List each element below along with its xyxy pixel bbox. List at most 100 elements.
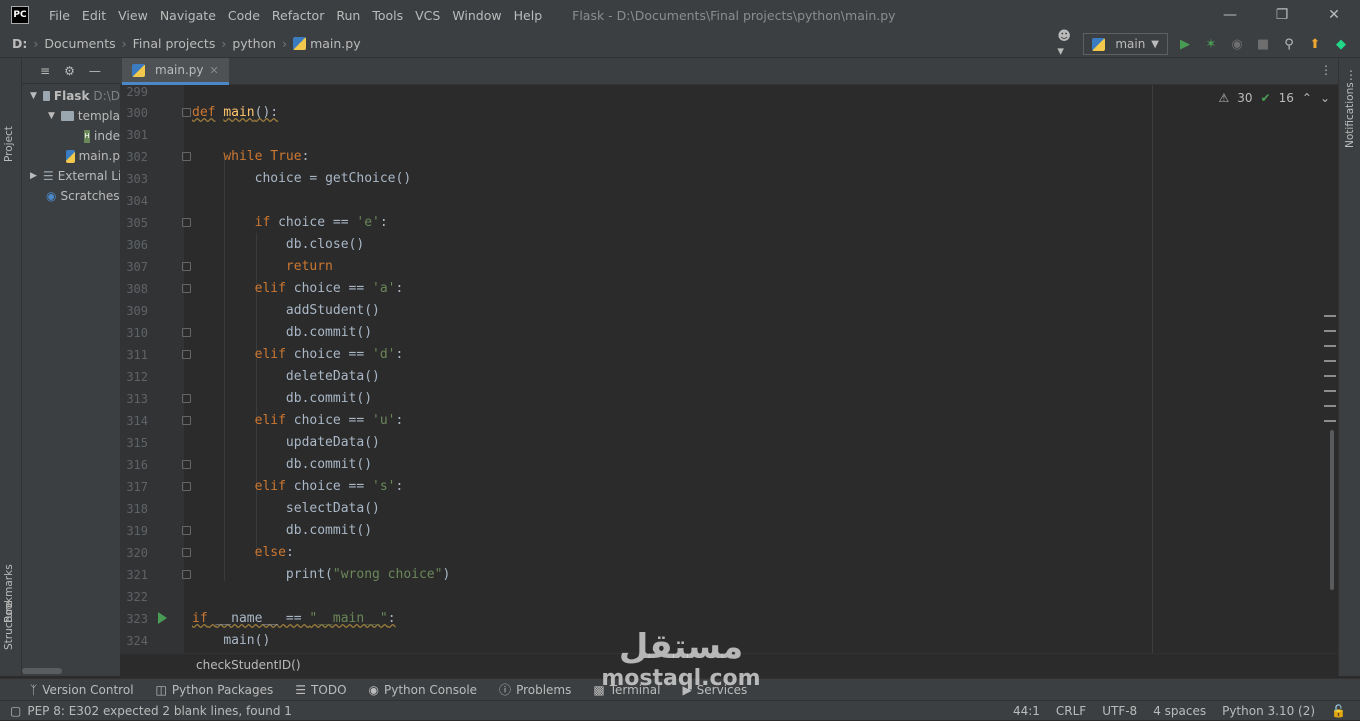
error-stripe[interactable] [1324, 315, 1336, 435]
code-line: 304 [120, 190, 1152, 212]
gear-icon[interactable]: ⚙ [64, 64, 75, 78]
title-bar: PC File Edit View Navigate Code Refactor… [0, 0, 1360, 30]
tool-version-control[interactable]: ᛉ Version Control [30, 683, 134, 697]
jetbrains-toolbox-icon[interactable]: ◆ [1332, 35, 1350, 53]
file-encoding[interactable]: UTF-8 [1102, 704, 1137, 718]
code-token: choice = getChoice() [254, 171, 412, 186]
code-line: 324 main() [120, 630, 1152, 652]
code-breadcrumb[interactable]: checkStudentID() [120, 653, 1338, 676]
tool-terminal[interactable]: ▩ Terminal [593, 683, 660, 697]
menu-navigate[interactable]: Navigate [154, 8, 222, 23]
fold-icon[interactable] [182, 526, 191, 535]
indent-setting[interactable]: 4 spaces [1153, 704, 1206, 718]
line-number: 302 [126, 150, 148, 164]
code-line: 312 deleteData() [120, 366, 1152, 388]
code-token: main() [223, 633, 271, 648]
fold-icon[interactable] [182, 548, 191, 557]
tree-item-main-py[interactable]: main.p [22, 146, 120, 166]
run-config-select[interactable]: main ▼ [1083, 33, 1168, 55]
line-separator[interactable]: CRLF [1056, 704, 1086, 718]
project-tool-tab[interactable]: Project [3, 126, 15, 162]
collapse-all-icon[interactable]: ≡ [40, 64, 50, 78]
tree-item-external-libraries[interactable]: ▶ ☰ External Li [22, 166, 120, 186]
coverage-icon[interactable]: ◉ [1228, 35, 1246, 53]
stop-icon[interactable]: ■ [1254, 35, 1272, 53]
minimize-icon[interactable]: — [1204, 0, 1256, 30]
chevron-up-icon[interactable]: ⌃ [1302, 91, 1312, 105]
chevron-down-icon: ▼ [48, 111, 55, 121]
crumb-drive[interactable]: D: [12, 36, 27, 51]
hide-icon[interactable]: — [89, 64, 101, 78]
editor-scrollbar[interactable] [1330, 430, 1334, 590]
code-line: 314 elif choice == 'u': [120, 410, 1152, 432]
fold-icon[interactable] [182, 328, 191, 337]
tree-item-templates[interactable]: ▼ templa [22, 106, 120, 126]
folder-icon [42, 91, 50, 101]
fold-icon[interactable] [182, 262, 191, 271]
tree-item-flask[interactable]: ▼ Flask D:\D [22, 86, 120, 106]
run-gutter-icon[interactable] [158, 612, 167, 624]
list-icon: ☰ [295, 682, 307, 697]
user-icon[interactable]: ☻▾ [1057, 29, 1075, 59]
code-editor[interactable]: 299 300 def main(): 301 302 while True: 3… [120, 85, 1338, 653]
search-icon[interactable]: ⚲ [1280, 35, 1298, 53]
status-message[interactable]: PEP 8: E302 expected 2 blank lines, foun… [27, 704, 292, 718]
inspection-widget[interactable]: ⚠ 30 ✔ 16 ⌃ ⌄ [1218, 91, 1330, 105]
line-number: 318 [126, 502, 148, 516]
fold-icon[interactable] [182, 416, 191, 425]
tool-python-packages[interactable]: ◫ Python Packages [156, 683, 274, 697]
tool-python-console[interactable]: ◉ Python Console [369, 683, 478, 697]
fold-icon[interactable] [182, 284, 191, 293]
restore-icon[interactable]: ❐ [1256, 0, 1308, 30]
code-token: : [387, 611, 396, 626]
line-number: 317 [126, 480, 148, 494]
tab-main-py[interactable]: main.py ✕ [122, 58, 229, 85]
more-vertical-icon[interactable]: ⋮ [1320, 63, 1332, 77]
fold-icon[interactable] [182, 350, 191, 359]
crumb-python[interactable]: python [232, 36, 276, 51]
tool-services[interactable]: ▶ Services [682, 683, 747, 697]
update-icon[interactable]: ⬆ [1306, 35, 1324, 53]
menu-help[interactable]: Help [508, 8, 549, 23]
chevron-right-icon: › [121, 36, 127, 51]
debug-icon[interactable]: ✶ [1202, 35, 1220, 53]
menu-window[interactable]: Window [446, 8, 507, 23]
more-vertical-icon[interactable]: ⋮ [1345, 68, 1357, 82]
crumb-main-py[interactable]: main.py [310, 36, 361, 51]
tree-item-index[interactable]: H inde [22, 126, 120, 146]
menu-refactor[interactable]: Refactor [266, 8, 330, 23]
line-number: 322 [126, 590, 148, 604]
project-scrollbar[interactable] [22, 668, 62, 674]
menu-file[interactable]: File [43, 8, 76, 23]
crumb-documents[interactable]: Documents [44, 36, 115, 51]
python-interpreter[interactable]: Python 3.10 (2) [1222, 704, 1315, 718]
main-menu: File Edit View Navigate Code Refactor Ru… [43, 8, 548, 23]
close-tab-icon[interactable]: ✕ [210, 64, 219, 77]
menu-vcs[interactable]: VCS [409, 8, 446, 23]
fold-icon[interactable] [182, 482, 191, 491]
fold-icon[interactable] [182, 460, 191, 469]
close-icon[interactable]: ✕ [1308, 0, 1360, 30]
caret-position[interactable]: 44:1 [1013, 704, 1040, 718]
crumb-final-projects[interactable]: Final projects [133, 36, 216, 51]
code-token: True [270, 149, 302, 164]
tree-item-scratches[interactable]: ◉ Scratches a [22, 186, 120, 206]
notifications-tool-tab[interactable]: Notifications [1344, 82, 1356, 148]
fold-icon[interactable] [182, 152, 191, 161]
tree-label: main.p [78, 149, 120, 163]
structure-tool-tab[interactable]: Structure [3, 601, 15, 650]
fold-icon[interactable] [182, 394, 191, 403]
tool-todo[interactable]: ☰ TODO [295, 683, 346, 697]
menu-view[interactable]: View [112, 8, 154, 23]
menu-run[interactable]: Run [330, 8, 366, 23]
lock-icon[interactable]: 🔓 [1331, 704, 1346, 718]
run-icon[interactable]: ▶ [1176, 35, 1194, 53]
fold-icon[interactable] [182, 218, 191, 227]
chevron-down-icon[interactable]: ⌄ [1320, 91, 1330, 105]
menu-tools[interactable]: Tools [366, 8, 409, 23]
menu-edit[interactable]: Edit [76, 8, 112, 23]
menu-code[interactable]: Code [222, 8, 266, 23]
fold-icon[interactable] [182, 108, 191, 117]
fold-icon[interactable] [182, 570, 191, 579]
tool-problems[interactable]: ⓘ Problems [499, 681, 571, 698]
